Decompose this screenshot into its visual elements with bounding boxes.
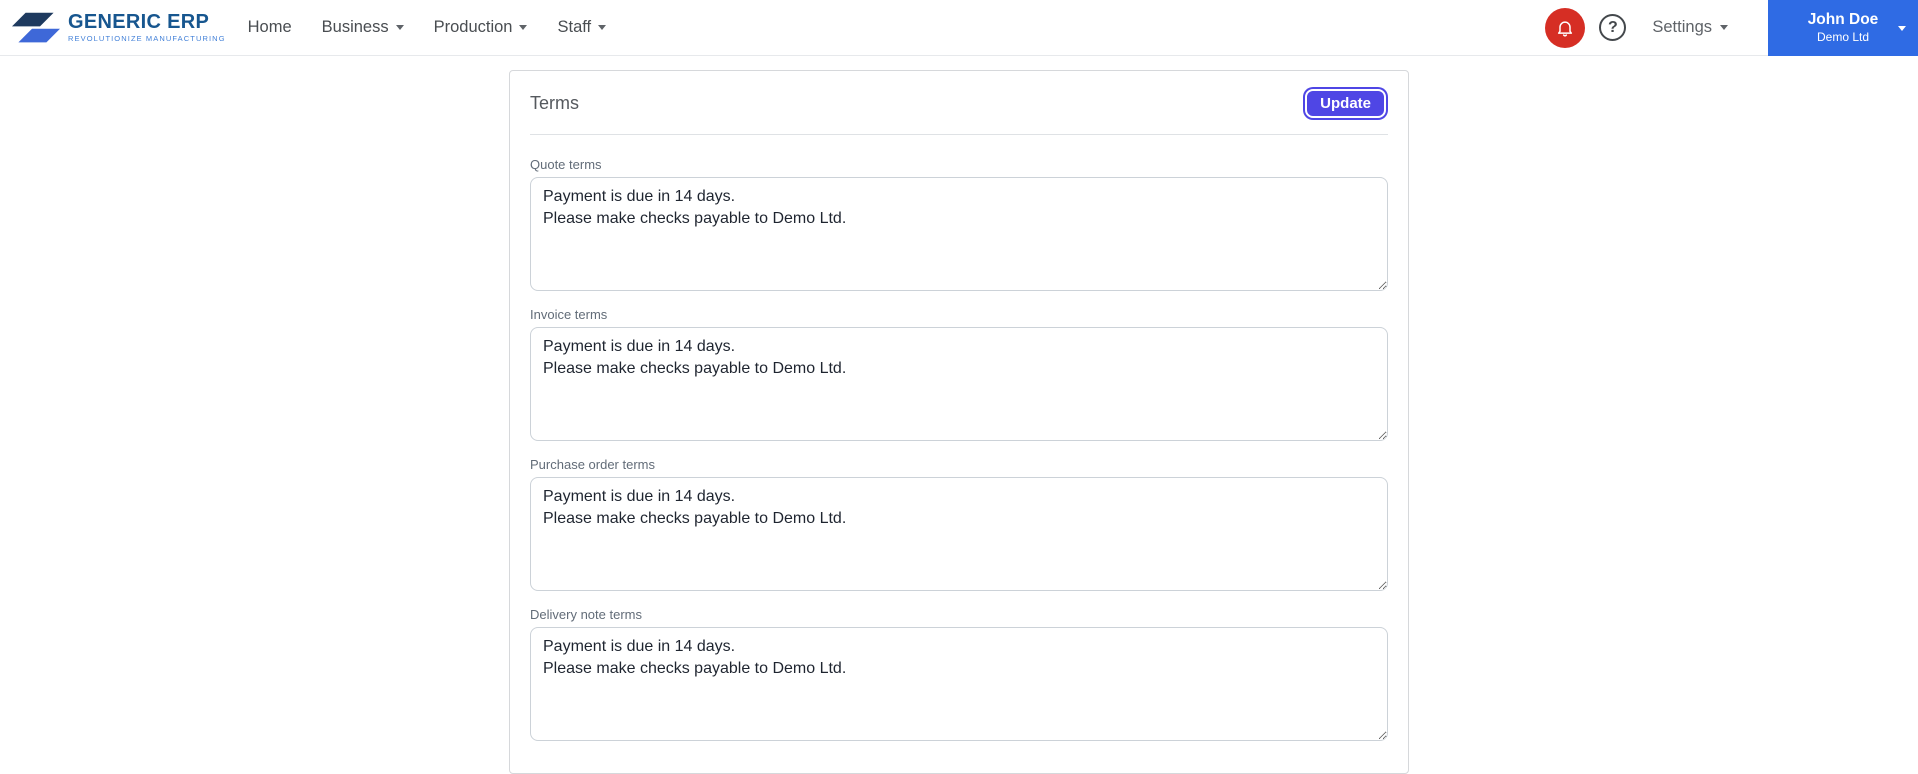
user-company: Demo Ltd — [1816, 29, 1870, 44]
brand-name: GENERIC ERP — [68, 11, 210, 34]
invoice-terms-textarea[interactable]: Payment is due in 14 days. Please make c… — [530, 327, 1388, 441]
terms-card-header: Terms Update — [510, 71, 1408, 134]
user-name: John Doe — [1807, 11, 1879, 29]
user-menu[interactable]: John Doe Demo Ltd — [1768, 0, 1918, 56]
field-group-invoice-terms: Invoice terms Payment is due in 14 days.… — [530, 307, 1388, 446]
settings-label: Settings — [1652, 18, 1712, 36]
nav-item-label: Production — [433, 18, 513, 36]
delivery-note-terms-textarea[interactable]: Payment is due in 14 days. Please make c… — [530, 627, 1388, 741]
nav-item-production[interactable]: Production — [434, 18, 528, 37]
top-navbar: GENERIC ERP REVOLUTIONIZE MANUFACTURING … — [0, 0, 1918, 56]
update-button[interactable]: Update — [1305, 89, 1386, 118]
help-button[interactable]: ? — [1599, 14, 1627, 41]
brand-logo[interactable]: GENERIC ERP REVOLUTIONIZE MANUFACTURING — [12, 9, 226, 47]
main-content: Terms Update Quote terms Payment is due … — [0, 70, 1918, 774]
field-group-purchase-order-terms: Purchase order terms Payment is due in 1… — [530, 457, 1388, 596]
purchase-order-terms-label: Purchase order terms — [530, 457, 655, 472]
bell-icon — [1558, 20, 1573, 37]
chevron-down-icon — [519, 25, 528, 30]
field-group-delivery-note-terms: Delivery note terms Payment is due in 14… — [530, 607, 1388, 746]
chevron-down-icon — [1720, 25, 1728, 30]
purchase-order-terms-textarea[interactable]: Payment is due in 14 days. Please make c… — [530, 477, 1388, 591]
terms-card: Terms Update Quote terms Payment is due … — [509, 70, 1409, 774]
logo-icon — [12, 12, 60, 42]
user-info: John Doe Demo Ltd — [1808, 10, 1879, 44]
brand-tagline: REVOLUTIONIZE MANUFACTURING — [68, 34, 226, 44]
notifications-button[interactable] — [1545, 7, 1586, 48]
chevron-down-icon — [395, 25, 404, 30]
page-title: Terms — [530, 93, 579, 113]
quote-terms-label: Quote terms — [530, 157, 602, 172]
nav-item-home[interactable]: Home — [248, 18, 292, 37]
invoice-terms-label: Invoice terms — [530, 307, 608, 322]
question-mark-icon: ? — [1607, 18, 1618, 36]
terms-card-body: Quote terms Payment is due in 14 days. P… — [510, 135, 1408, 773]
settings-menu[interactable]: Settings — [1652, 18, 1728, 37]
quote-terms-textarea[interactable]: Payment is due in 14 days. Please make c… — [530, 177, 1388, 291]
field-group-quote-terms: Quote terms Payment is due in 14 days. P… — [530, 157, 1388, 296]
chevron-down-icon — [1898, 25, 1906, 31]
main-nav: Home Business Production Staff — [248, 18, 607, 37]
nav-item-label: Business — [321, 18, 389, 36]
navbar-right: ? Settings John Doe Demo Ltd — [1545, 0, 1918, 56]
delivery-note-terms-label: Delivery note terms — [530, 607, 642, 622]
chevron-down-icon — [598, 25, 607, 30]
nav-item-business[interactable]: Business — [322, 18, 404, 37]
nav-item-label: Staff — [557, 18, 592, 36]
brand-text: GENERIC ERP REVOLUTIONIZE MANUFACTURING — [68, 12, 226, 43]
nav-item-staff[interactable]: Staff — [557, 18, 607, 37]
nav-item-label: Home — [247, 18, 292, 36]
